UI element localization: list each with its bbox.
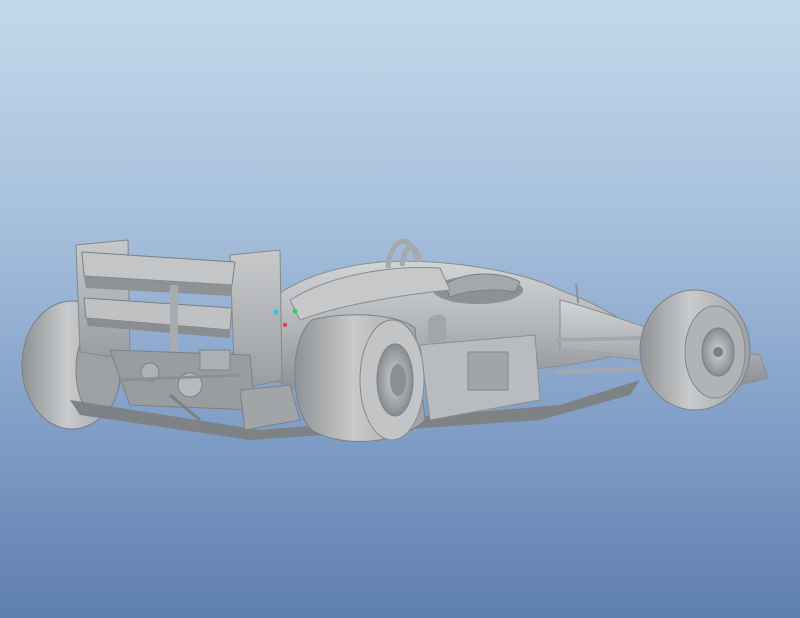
- gearbox-assembly: [109, 349, 256, 422]
- datum-point-z: [273, 309, 279, 315]
- front-right-tire: [639, 289, 751, 411]
- rear-right-tire: [294, 314, 426, 442]
- diffuser: [239, 384, 301, 431]
- datum-point-y: [292, 308, 298, 314]
- car-model-render[interactable]: [0, 0, 800, 618]
- datum-point-x: [283, 323, 287, 327]
- 3d-viewport[interactable]: [0, 0, 800, 618]
